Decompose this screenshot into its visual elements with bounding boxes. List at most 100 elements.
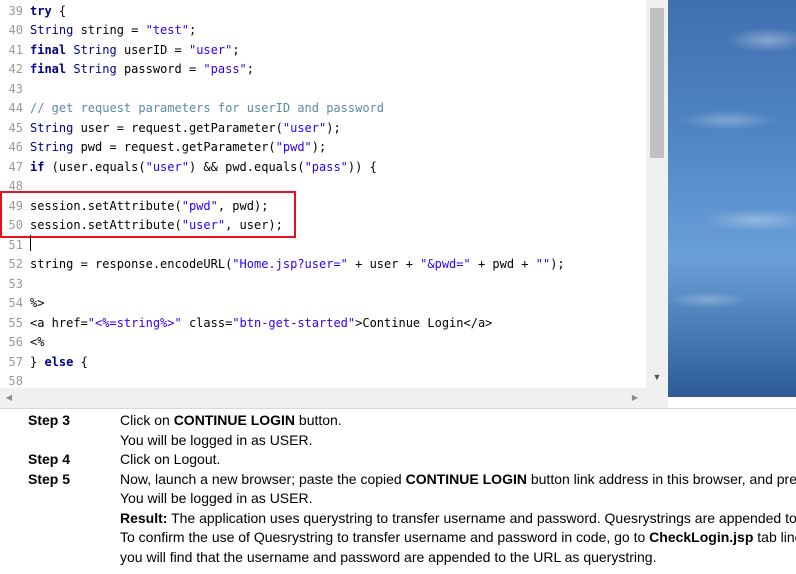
code-token: "Home.jsp?user=" (232, 257, 348, 271)
vertical-scrollbar[interactable]: ▼ (646, 0, 668, 388)
code-token: "user" (188, 42, 233, 57)
step-text: You will be logged in as USER. (120, 489, 313, 509)
line-number: 42 (8, 62, 23, 76)
code-token: final (30, 42, 67, 57)
line-number: 58 (8, 374, 23, 388)
code-text: %> (30, 294, 44, 314)
code-token: userID = (116, 42, 189, 57)
instructions-document: Step 3 Click on CONTINUE LOGIN button. You… (0, 409, 796, 574)
code-text: String user = request.getParameter("user… (30, 119, 341, 139)
code-line: 42 final String password = "pass"; (0, 60, 646, 80)
text-run: The application uses querystring to tran… (167, 509, 796, 526)
line-number: 55 (8, 315, 23, 330)
line-number: 39 (8, 3, 23, 18)
text-run: tab line no. (757, 529, 796, 545)
code-token: <a href= (30, 315, 88, 330)
line-number: 51 (8, 237, 23, 252)
code-text: final String userID = "user"; (30, 41, 240, 61)
code-text: <a href="<%=string%>" class="btn-get-sta… (30, 314, 492, 334)
code-token: String (73, 42, 117, 57)
code-token: final (30, 62, 67, 76)
text-run: button link address in this browser, and… (530, 470, 796, 487)
code-token: String (30, 120, 74, 135)
code-text: <% (30, 333, 44, 353)
code-text: } else { (30, 353, 88, 373)
highlight-box (0, 191, 296, 238)
step-text: Now, launch a new browser; paste the cop… (120, 470, 796, 490)
code-line: 57} else { (0, 353, 646, 373)
code-token: pwd = request.getParameter( (73, 140, 276, 154)
code-token: ); (311, 140, 327, 154)
code-token: try (30, 3, 52, 18)
code-token: ); (550, 257, 565, 271)
code-token: } (30, 354, 45, 369)
code-text: // get request parameters for userID and… (30, 99, 384, 119)
code-token: (user.equals( (44, 159, 146, 174)
line-number: 54 (8, 296, 23, 310)
line-number: 43 (8, 81, 23, 96)
bold-text: CONTINUE LOGIN (173, 412, 296, 428)
code-token: >Continue Login</a> (355, 315, 493, 330)
code-token: // get request parameters for userID and… (30, 101, 385, 115)
line-number: 41 (8, 42, 23, 57)
code-token: user = request.getParameter( (73, 120, 283, 135)
code-token: "pass" (203, 62, 247, 76)
code-text: if (user.equals("user") && pwd.equals("p… (30, 158, 377, 178)
text-run: you will find that the username and pass… (120, 548, 657, 565)
line-number: 52 (8, 257, 23, 271)
code-token: else (44, 354, 74, 369)
sky-background-image (668, 0, 796, 397)
code-line: 43 (0, 80, 646, 100)
code-line: 46 String pwd = request.getParameter("pwd… (0, 138, 646, 158)
code-token: { (51, 3, 67, 18)
text-run: You will be logged in as USER. (120, 431, 313, 448)
code-line: 47 if (user.equals("user") && pwd.equals(… (0, 158, 646, 178)
code-token: string = (73, 23, 146, 37)
scroll-left-arrow-icon[interactable]: ◀ (0, 388, 18, 408)
scroll-right-arrow-icon[interactable]: ▶ (626, 388, 644, 408)
code-token: "pwd" (275, 140, 312, 154)
horizontal-scrollbar[interactable]: ◀ ▶ (0, 388, 668, 408)
code-token: + user + (347, 257, 421, 271)
step-text: Click on Logout. (120, 450, 220, 470)
code-line: 58 (0, 372, 646, 388)
text-run: To confirm the use of Quesrystring to tr… (120, 529, 650, 545)
line-number: 44 (8, 101, 23, 115)
step-text: You will be logged in as USER. (120, 431, 313, 451)
code-line: 54 %> (0, 294, 646, 314)
code-token: class= (181, 315, 233, 330)
code-token: { (73, 354, 88, 369)
code-token: String (30, 140, 74, 154)
bold-text: CONTINUE LOGIN (405, 470, 527, 487)
scroll-down-arrow-icon[interactable]: ▼ (646, 368, 668, 386)
code-text: final String password = "pass"; (30, 60, 254, 80)
vertical-scrollbar-thumb[interactable] (650, 8, 664, 158)
code-line: 45 String user = request.getParameter("us… (0, 119, 646, 139)
step-text: To confirm the use of Quesrystring to tr… (120, 528, 796, 548)
line-number: 57 (8, 354, 23, 369)
code-token: ) && pwd.equals( (188, 159, 305, 174)
code-line: 56 <% (0, 333, 646, 353)
line-number: 45 (8, 120, 23, 135)
code-line: 52 string = response.encodeURL("Home.jsp?… (0, 255, 646, 275)
line-number: 53 (8, 276, 23, 291)
code-token: <% (30, 335, 45, 349)
code-token: if (30, 159, 45, 174)
text-run: You will be logged in as USER. (120, 490, 313, 506)
text-run: Click on Logout. (120, 451, 221, 467)
code-line: 44 // get request parameters for userID a… (0, 99, 646, 119)
step-text: you will find that the username and pass… (120, 548, 656, 568)
bold-text: Result: (120, 509, 168, 526)
text-run: Click on (120, 412, 174, 428)
bold-text: CheckLogin.jsp (649, 529, 754, 545)
code-token: "user" (145, 159, 189, 174)
text-run: Now, launch a new browser; paste the cop… (120, 470, 406, 487)
step-text: Result: The application uses querystring… (120, 509, 796, 529)
code-text: string = response.encodeURL("Home.jsp?us… (30, 255, 565, 275)
line-number: 40 (8, 23, 23, 37)
code-token: "pass" (304, 159, 348, 174)
code-token: )) { (347, 159, 377, 174)
code-line: 51 (0, 236, 646, 256)
code-line: 53 (0, 275, 646, 295)
code-token: "<%=string%>" (87, 315, 182, 330)
